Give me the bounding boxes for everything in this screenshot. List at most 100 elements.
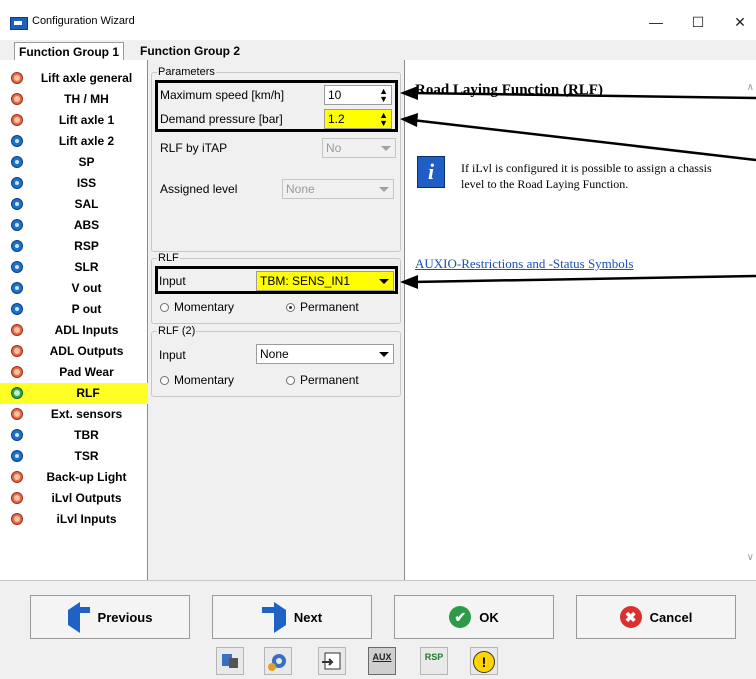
status-blue-icon <box>11 135 23 147</box>
assigned-level-value: None <box>286 182 315 196</box>
highlight-frame-parameters <box>155 80 398 132</box>
tab-function-group-2[interactable]: Function Group 2 <box>136 42 244 60</box>
rsp-label: RSP <box>424 652 444 662</box>
sidebar-item-adl-inputs[interactable]: ADL Inputs <box>0 320 147 341</box>
maximize-button[interactable]: ☐ <box>687 12 709 32</box>
status-red-icon <box>11 72 23 84</box>
aux-label: AUX <box>372 652 392 662</box>
sidebar-item-label: TSR <box>74 449 99 463</box>
status-blue-icon <box>11 429 23 441</box>
sidebar-item-th-mh[interactable]: TH / MH <box>0 89 147 110</box>
status-blue-icon <box>11 450 23 462</box>
tab-function-group-1[interactable]: Function Group 1 <box>14 42 124 61</box>
gear-icon[interactable] <box>264 647 292 675</box>
scroll-up-icon[interactable]: ∧ <box>747 82 754 93</box>
rlf2-permanent-label: Permanent <box>300 373 359 387</box>
import-tool-icon[interactable] <box>318 647 346 675</box>
rlf-by-itap-select: No <box>322 138 396 158</box>
sidebar-item-sal[interactable]: SAL <box>0 194 147 215</box>
status-red-icon <box>11 513 23 525</box>
rlf-permanent-radio[interactable]: Permanent <box>286 300 359 314</box>
sidebar-item-lift-axle-2[interactable]: Lift axle 2 <box>0 131 147 152</box>
cancel-label: Cancel <box>649 609 693 625</box>
sidebar-item-label: ADL Outputs <box>49 344 124 358</box>
previous-button[interactable]: Previous <box>30 595 190 639</box>
help-info-text: If iLvl is configured it is possible to … <box>461 161 712 191</box>
sidebar-item-back-up-light[interactable]: Back-up Light <box>0 467 147 488</box>
status-blue-icon <box>11 177 23 189</box>
warning-icon[interactable]: ! <box>470 647 498 675</box>
sidebar-item-label: RLF <box>76 386 100 400</box>
status-red-icon <box>11 366 23 378</box>
status-red-icon <box>11 471 23 483</box>
ok-label: OK <box>479 609 499 625</box>
status-red-icon <box>11 324 23 336</box>
sidebar-item-abs[interactable]: ABS <box>0 215 147 236</box>
minimize-button[interactable]: — <box>645 12 667 32</box>
sidebar-item-v-out[interactable]: V out <box>0 278 147 299</box>
scroll-down-icon[interactable]: ∨ <box>747 552 754 563</box>
function-group-tabs: Function Group 1 Function Group 2 <box>0 40 756 61</box>
sidebar-item-p-out[interactable]: P out <box>0 299 147 320</box>
sidebar-item-label: TH / MH <box>64 92 109 106</box>
rlf2-input-value: None <box>260 347 289 361</box>
sidebar-item-iss[interactable]: ISS <box>0 173 147 194</box>
help-panel: Road Laying Function (RLF) i If iLvl is … <box>405 60 756 580</box>
warning-label: ! <box>473 651 495 673</box>
status-blue-icon <box>11 156 23 168</box>
sidebar-item-label: Back-up Light <box>46 470 127 484</box>
status-blue-icon <box>11 198 23 210</box>
ok-button[interactable]: ✔ OK <box>394 595 554 639</box>
sidebar-item-tsr[interactable]: TSR <box>0 446 147 467</box>
app-icon <box>10 17 28 30</box>
sidebar-item-label: ABS <box>73 218 100 232</box>
sidebar-item-label: TBR <box>74 428 99 442</box>
window-title: Configuration Wizard <box>32 15 135 27</box>
rlf2-momentary-radio[interactable]: Momentary <box>160 373 234 387</box>
rsp-tool-button[interactable]: RSP <box>420 647 448 675</box>
chevron-down-icon <box>379 352 389 357</box>
sidebar-item-label: SLR <box>74 260 99 274</box>
rlf2-permanent-radio[interactable]: Permanent <box>286 373 359 387</box>
aux-tool-button[interactable]: AUX <box>368 647 396 675</box>
sidebar-item-ext-sensors[interactable]: Ext. sensors <box>0 404 147 425</box>
radio-icon <box>160 376 169 385</box>
next-button[interactable]: Next <box>212 595 372 639</box>
function-list: Lift axle general TH / MH Lift axle 1 Lift … <box>0 60 150 580</box>
sidebar-item-label: ISS <box>76 176 97 190</box>
status-blue-icon <box>11 219 23 231</box>
status-red-icon <box>11 114 23 126</box>
sidebar-item-ilvl-inputs[interactable]: iLvl Inputs <box>0 509 147 530</box>
arrow-left-icon <box>67 601 80 633</box>
sidebar-item-rlf[interactable]: RLF <box>0 383 150 404</box>
sidebar-item-slr[interactable]: SLR <box>0 257 147 278</box>
previous-label: Previous <box>97 609 153 625</box>
sidebar-item-pad-wear[interactable]: Pad Wear <box>0 362 147 383</box>
status-green-icon <box>11 387 23 399</box>
sidebar-item-sp[interactable]: SP <box>0 152 147 173</box>
rlf-momentary-radio[interactable]: Momentary <box>160 300 234 314</box>
sidebar-item-lift-axle-general[interactable]: Lift axle general <box>0 68 147 89</box>
assigned-level-label: Assigned level <box>160 182 238 196</box>
sidebar-item-label: Pad Wear <box>59 365 114 379</box>
modules-tool-icon[interactable] <box>216 647 244 675</box>
rlf2-input-select[interactable]: None <box>256 344 394 364</box>
auxio-restrictions-link[interactable]: AUXIO-Restrictions and -Status Symbols <box>415 256 633 272</box>
assigned-level-select: None <box>282 179 394 199</box>
sidebar-item-ilvl-outputs[interactable]: iLvl Outputs <box>0 488 147 509</box>
sidebar-item-label: Lift axle 1 <box>58 113 115 127</box>
sidebar-item-rsp[interactable]: RSP <box>0 236 147 257</box>
arrow-right-icon <box>262 601 286 633</box>
radio-selected-icon <box>286 303 295 312</box>
sidebar-item-label: ADL Inputs <box>54 323 119 337</box>
checkmark-icon: ✔ <box>449 606 472 628</box>
sidebar-item-label: Ext. sensors <box>50 407 123 421</box>
sidebar-item-label: Lift axle 2 <box>58 134 115 148</box>
sidebar-item-adl-outputs[interactable]: ADL Outputs <box>0 341 147 362</box>
bottom-bar: Previous Next ✔ OK ✖ Cancel AUX RSP ! <box>0 580 756 679</box>
close-button[interactable]: ✕ <box>729 12 751 32</box>
status-red-icon <box>11 408 23 420</box>
sidebar-item-tbr[interactable]: TBR <box>0 425 147 446</box>
sidebar-item-lift-axle-1[interactable]: Lift axle 1 <box>0 110 147 131</box>
cancel-button[interactable]: ✖ Cancel <box>576 595 736 639</box>
